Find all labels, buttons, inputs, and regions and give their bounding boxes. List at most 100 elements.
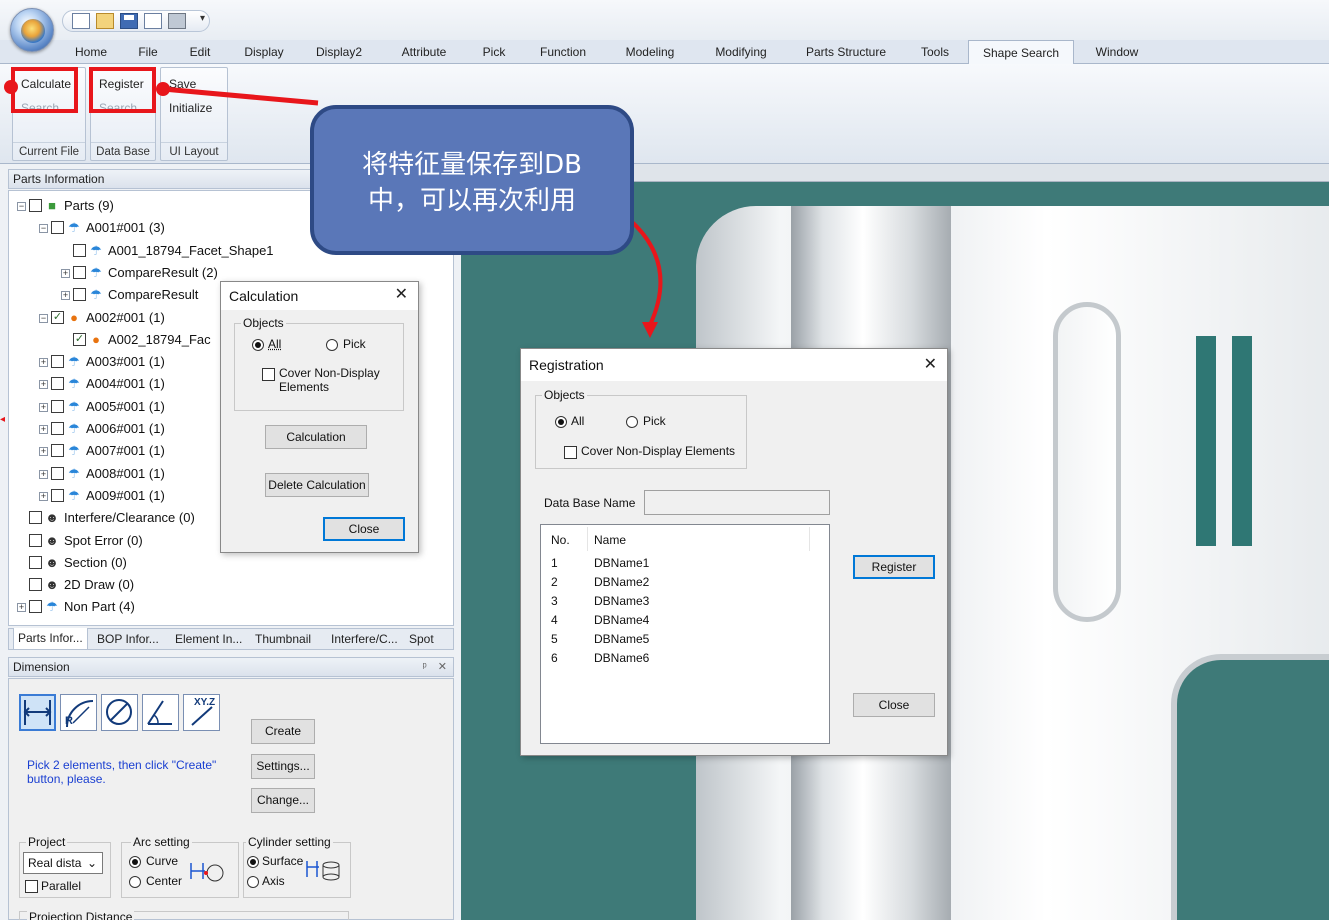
db-list[interactable]: No. Name 1 DBName1 2 DBName2 3 DBName3 4 DBName… (540, 524, 830, 744)
tree-node[interactable]: + ☂ Non Part (4) (9, 597, 449, 617)
expand-icon[interactable]: + (61, 268, 70, 278)
list-item[interactable]: 6 DBName6 (541, 650, 827, 668)
tab-shape-search[interactable]: Shape Search (968, 40, 1074, 65)
angle-tool-icon[interactable] (142, 694, 179, 731)
registration-close-icon[interactable]: ✕ (924, 356, 937, 374)
save-icon[interactable] (120, 13, 138, 29)
cylinder-axis-radio[interactable] (247, 876, 259, 888)
tab-function[interactable]: Function (528, 40, 598, 64)
expand-icon[interactable]: + (39, 491, 48, 501)
new-file-icon[interactable] (72, 13, 90, 29)
tab-interfere-clearance[interactable]: Interfere/C... (331, 632, 398, 646)
tree-checkbox[interactable] (29, 533, 42, 547)
tree-checkbox[interactable]: ✓ (51, 310, 64, 324)
expand-icon[interactable]: + (17, 603, 26, 613)
tree-checkbox[interactable] (51, 466, 64, 480)
delete-calculation-button[interactable]: Delete Calculation (265, 473, 369, 497)
tree-checkbox[interactable] (73, 265, 86, 279)
tab-edit[interactable]: Edit (178, 40, 222, 64)
list-item[interactable]: 3 DBName3 (541, 593, 827, 611)
customize-dropdown-icon[interactable]: ▾ (200, 13, 210, 25)
tree-checkbox[interactable] (29, 511, 42, 525)
tree-checkbox[interactable] (51, 488, 64, 502)
calculation-close-icon[interactable]: ✕ (395, 286, 408, 304)
tree-checkbox[interactable] (51, 355, 64, 369)
list-item[interactable]: 5 DBName5 (541, 631, 827, 649)
tab-bop-information[interactable]: BOP Infor... (97, 632, 159, 646)
reg-cover-checkbox[interactable] (564, 446, 577, 459)
tab-window[interactable]: Window (1082, 40, 1152, 64)
arc-curve-radio[interactable] (129, 856, 141, 868)
parallel-checkbox[interactable] (25, 880, 38, 893)
expand-icon[interactable]: + (39, 402, 48, 412)
reg-pick-radio[interactable] (626, 416, 638, 428)
cylinder-surface-radio[interactable] (247, 856, 259, 868)
db-name-input[interactable] (644, 490, 830, 515)
tab-modeling[interactable]: Modeling (612, 40, 688, 64)
tab-attribute[interactable]: Attribute (388, 40, 460, 64)
tab-thumbnail[interactable]: Thumbnail (255, 632, 311, 646)
expand-icon[interactable]: + (39, 447, 48, 457)
close-icon[interactable]: ✕ (438, 661, 447, 673)
arc-center-radio[interactable] (129, 876, 141, 888)
calculation-button[interactable]: Calculation (265, 425, 367, 449)
radius-tool-icon[interactable]: R (60, 694, 97, 731)
tree-node[interactable]: ☻ 2D Draw (0) (9, 575, 449, 595)
expand-icon[interactable]: + (61, 291, 70, 301)
distance-tool-icon[interactable] (19, 694, 56, 731)
tab-element-information[interactable]: Element In... (175, 632, 242, 646)
tree-checkbox[interactable] (51, 377, 64, 391)
settings-button[interactable]: Settings... (251, 754, 315, 779)
tab-home[interactable]: Home (62, 40, 120, 64)
tree-checkbox[interactable] (73, 243, 86, 257)
expand-icon[interactable]: + (39, 358, 48, 368)
save-layout-button[interactable]: Save (169, 77, 196, 91)
list-item[interactable]: 1 DBName1 (541, 555, 827, 573)
diameter-tool-icon[interactable] (101, 694, 138, 731)
pin-icon[interactable]: ᵖ (423, 661, 427, 673)
tree-node[interactable]: + ☂ CompareResult (2) (9, 263, 449, 283)
expand-icon[interactable]: + (39, 380, 48, 390)
open-folder-icon[interactable] (96, 13, 114, 29)
tab-display2[interactable]: Display2 (306, 40, 372, 64)
tree-checkbox[interactable] (51, 422, 64, 435)
initialize-layout-button[interactable]: Initialize (169, 101, 212, 115)
tree-checkbox[interactable] (51, 399, 64, 413)
tree-checkbox[interactable] (29, 578, 42, 592)
tab-pick[interactable]: Pick (474, 40, 514, 64)
save-as-icon[interactable] (144, 13, 162, 29)
tab-tools[interactable]: Tools (908, 40, 962, 64)
calc-all-radio[interactable] (252, 339, 264, 351)
tree-checkbox[interactable] (51, 444, 64, 458)
collapse-icon[interactable]: − (39, 313, 48, 323)
application-menu-button[interactable] (10, 8, 54, 52)
collapse-icon[interactable]: − (17, 202, 26, 211)
col-no[interactable]: No. (551, 533, 570, 547)
list-item[interactable]: 2 DBName2 (541, 574, 827, 592)
tab-file[interactable]: File (128, 40, 168, 64)
col-name[interactable]: Name (594, 533, 626, 547)
list-item[interactable]: 4 DBName4 (541, 612, 827, 630)
tab-display[interactable]: Display (234, 40, 294, 64)
register-dialog-button[interactable]: Register (853, 555, 935, 579)
tree-checkbox[interactable]: ✓ (73, 332, 86, 346)
print-icon[interactable] (168, 13, 186, 29)
tree-node[interactable]: ☻ Section (0) (9, 553, 449, 573)
collapse-icon[interactable]: − (39, 224, 48, 234)
tab-spot[interactable]: Spot (409, 632, 434, 646)
tab-parts-information[interactable]: Parts Infor... (13, 628, 88, 650)
tree-checkbox[interactable] (73, 288, 86, 302)
tree-checkbox[interactable] (29, 199, 42, 212)
tree-checkbox[interactable] (29, 600, 42, 614)
reg-close-button[interactable]: Close (853, 693, 935, 717)
tab-parts-structure[interactable]: Parts Structure (794, 40, 898, 64)
tree-checkbox[interactable] (29, 555, 42, 569)
project-select[interactable]: Real dista ⌄ (23, 852, 103, 874)
create-button[interactable]: Create (251, 719, 315, 744)
calc-close-button[interactable]: Close (323, 517, 405, 541)
change-button[interactable]: Change... (251, 788, 315, 813)
tree-checkbox[interactable] (51, 221, 64, 235)
expand-icon[interactable]: + (39, 469, 48, 479)
calc-pick-radio[interactable] (326, 339, 338, 351)
tab-modifying[interactable]: Modifying (700, 40, 782, 64)
